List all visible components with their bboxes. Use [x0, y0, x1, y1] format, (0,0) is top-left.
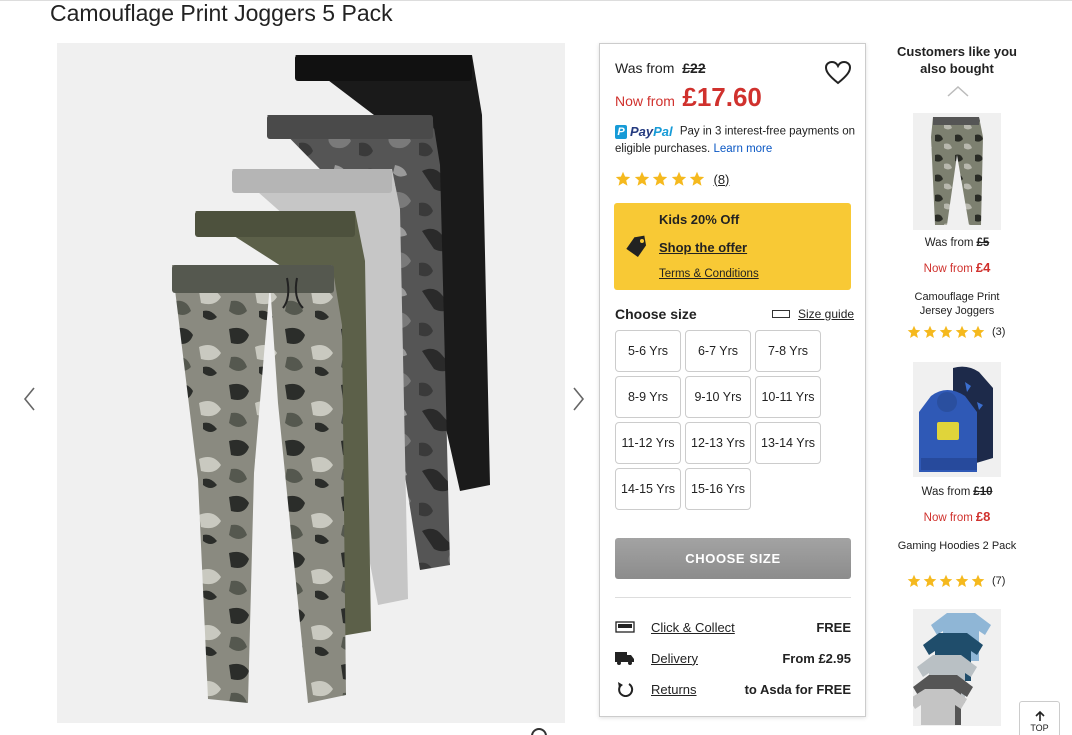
gallery-next-arrow-icon[interactable] [568, 384, 588, 414]
rec-now-label: Now from [923, 263, 973, 275]
size-option[interactable]: 10-11 Yrs [755, 376, 821, 418]
was-label: Was from [615, 60, 675, 76]
page-title: Camouflage Print Joggers 5 Pack [50, 0, 393, 26]
size-option[interactable]: 8-9 Yrs [615, 376, 681, 418]
rec-was-label: Was from [921, 486, 971, 498]
recommendation-image[interactable] [913, 113, 1001, 230]
choose-size-label: Choose size [615, 306, 697, 322]
star-icon [652, 171, 668, 186]
rec-was-label: Was from [924, 237, 974, 249]
rec-rating-stars[interactable]: (7) [907, 574, 1005, 588]
service-click-collect: Click & Collect FREE [615, 617, 851, 637]
paypal-banner: P Pay Pal Pay in 3 interest-free payments … [615, 123, 860, 158]
star-icon [907, 574, 921, 587]
star-icon [955, 325, 969, 338]
shop-offer-link[interactable]: Shop the offer [659, 240, 747, 255]
delivery-value: From £2.95 [782, 650, 851, 666]
rec-now-price-row: Now from £8 [897, 509, 1017, 524]
product-details-panel: Was from £22 Now from £17.60 P Pay Pal Pay… [599, 43, 866, 717]
click-collect-value: FREE [816, 619, 851, 635]
recommendation-image[interactable] [913, 609, 1001, 726]
terms-link[interactable]: Terms & Conditions [659, 268, 759, 280]
delivery-truck-icon [615, 652, 634, 665]
size-option[interactable]: 14-15 Yrs [615, 468, 681, 510]
now-price-row: Now from £17.60 [615, 82, 762, 113]
star-icon [907, 325, 921, 338]
ruler-icon [772, 310, 790, 318]
was-price-row: Was from £22 [615, 60, 706, 76]
rec-review-count: (7) [992, 575, 1006, 587]
rec-now-price: £4 [975, 260, 991, 275]
delivery-link[interactable]: Delivery [651, 651, 782, 666]
star-icon [671, 171, 686, 186]
product-image[interactable] [57, 43, 565, 723]
click-collect-icon [615, 621, 635, 633]
back-to-top-label: TOP [1030, 723, 1049, 733]
now-price: £17.60 [682, 82, 762, 112]
returns-icon [618, 682, 634, 697]
arrow-up-icon [1034, 710, 1045, 721]
service-delivery: Delivery From £2.95 [615, 648, 851, 668]
back-to-top-button[interactable]: TOP [1019, 701, 1060, 735]
rec-now-price-row: Now from £4 [897, 260, 1017, 275]
size-option[interactable]: 13-14 Yrs [755, 422, 821, 464]
rec-now-price: £8 [975, 509, 991, 524]
rec-was-price-row: Was from £5 [897, 237, 1017, 249]
paypal-learn-more-link[interactable]: Learn more [713, 143, 772, 155]
star-icon [939, 325, 953, 338]
size-option[interactable]: 15-16 Yrs [685, 468, 751, 510]
review-count-link[interactable]: (8) [714, 172, 730, 187]
rec-product-name[interactable]: Gaming Hoodies 2 Pack [897, 539, 1017, 553]
star-icon [634, 171, 649, 186]
size-option[interactable]: 11-12 Yrs [615, 422, 681, 464]
rec-was-price-row: Was from £10 [897, 486, 1017, 498]
price-tag-icon [626, 235, 647, 258]
size-option[interactable]: 5-6 Yrs [615, 330, 681, 372]
size-grid: 5-6 Yrs 6-7 Yrs 7-8 Yrs 8-9 Yrs 9-10 Yrs… [615, 330, 825, 510]
star-icon [939, 574, 953, 587]
service-returns: Returns to Asda for FREE [615, 679, 851, 699]
size-option[interactable]: 9-10 Yrs [685, 376, 751, 418]
returns-link[interactable]: Returns [651, 682, 745, 697]
paypal-logo-icon: P Pay Pal [615, 123, 673, 140]
rec-was-price: £5 [976, 237, 990, 249]
divider [615, 597, 851, 598]
rec-was-price: £10 [973, 486, 993, 498]
size-guide-link[interactable]: Size guide [772, 307, 854, 321]
star-icon [923, 325, 937, 338]
wishlist-heart-icon[interactable] [824, 60, 852, 86]
star-icon [971, 325, 985, 338]
star-icon [615, 171, 631, 186]
rec-review-count: (3) [992, 326, 1006, 338]
offer-title: Kids 20% Off [659, 212, 740, 227]
offer-banner: Kids 20% Off Shop the offer Terms & Cond… [614, 203, 851, 290]
chevron-up-icon[interactable] [946, 84, 970, 98]
size-guide-label: Size guide [798, 307, 855, 321]
zoom-icon[interactable] [531, 728, 547, 735]
choose-size-button[interactable]: CHOOSE SIZE [615, 538, 851, 579]
returns-value: to Asda for FREE [744, 681, 851, 697]
recommendations-title: Customers like you also bought [897, 44, 1017, 76]
size-option[interactable]: 7-8 Yrs [755, 330, 821, 372]
star-icon [955, 574, 969, 587]
rec-now-label: Now from [923, 512, 973, 524]
size-option[interactable]: 6-7 Yrs [685, 330, 751, 372]
rec-product-name[interactable]: Camouflage Print Jersey Joggers [897, 290, 1017, 318]
recommendation-image[interactable] [913, 362, 1001, 477]
star-icon [689, 171, 705, 186]
star-icon [971, 574, 985, 587]
was-price: £22 [682, 60, 706, 76]
rating-stars[interactable]: (8) [615, 171, 729, 187]
gallery-prev-arrow-icon[interactable] [20, 384, 40, 414]
now-label: Now from [615, 93, 675, 109]
star-icon [923, 574, 937, 587]
size-option[interactable]: 12-13 Yrs [685, 422, 751, 464]
rec-rating-stars[interactable]: (3) [907, 325, 1005, 339]
click-collect-link[interactable]: Click & Collect [651, 620, 816, 635]
